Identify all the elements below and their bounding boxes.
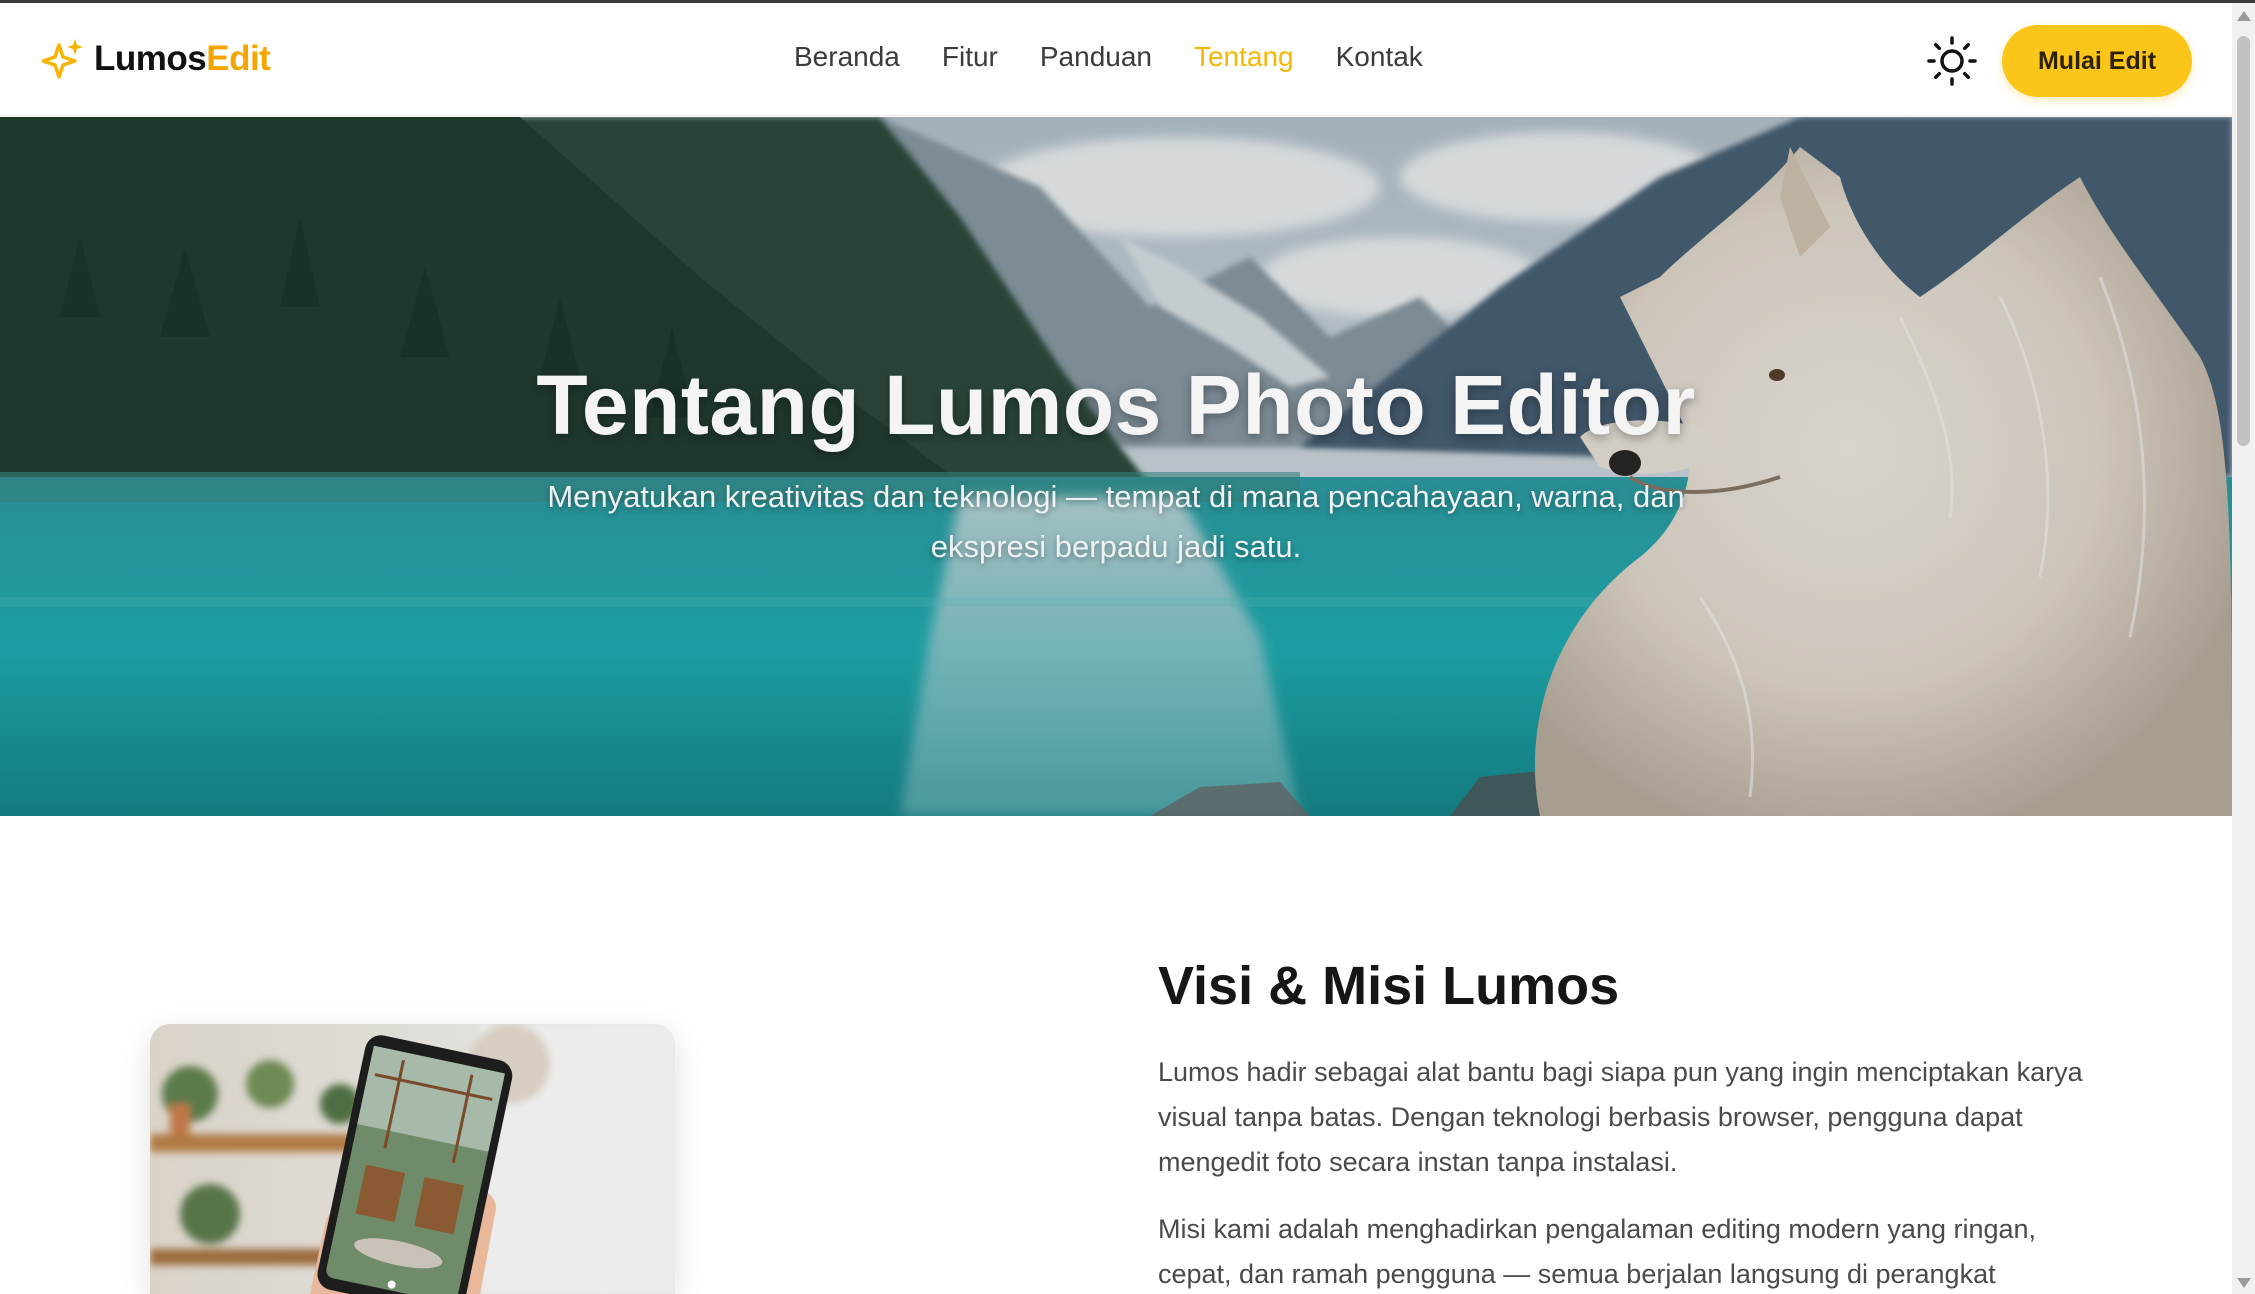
hero-title: Tentang Lumos Photo Editor	[536, 358, 1696, 452]
scroll-up-arrow-icon[interactable]	[2237, 11, 2251, 21]
brand-name-part2: Edit	[206, 39, 271, 78]
theme-toggle-button[interactable]	[1927, 36, 1977, 86]
nav-link-fitur[interactable]: Fitur	[942, 41, 998, 73]
hero-background-image	[0, 117, 2232, 816]
about-title: Visi & Misi Lumos	[1158, 956, 1620, 1016]
start-edit-button[interactable]: Mulai Edit	[2002, 25, 2192, 97]
brand-logo[interactable]: LumosEdit	[42, 37, 271, 81]
page-scrollbar[interactable]	[2232, 3, 2255, 1294]
brand-name-part1: Lumos	[94, 39, 207, 78]
about-section: Visi & Misi Lumos Lumos hadir sebagai al…	[1158, 955, 2088, 1294]
nav-link-beranda[interactable]: Beranda	[794, 41, 900, 73]
about-paragraph-1: Lumos hadir sebagai alat bantu bagi siap…	[1158, 1057, 2083, 1177]
about-image-phone-photo	[150, 1024, 675, 1294]
nav-link-tentang[interactable]: Tentang	[1194, 41, 1294, 73]
brand-name: LumosEdit	[94, 39, 271, 79]
about-paragraph-2: Misi kami adalah menghadirkan pengalaman…	[1158, 1214, 2037, 1289]
hero-banner: Tentang Lumos Photo Editor Menyatukan kr…	[0, 117, 2232, 816]
nav-link-kontak[interactable]: Kontak	[1336, 41, 1423, 73]
scrollbar-thumb[interactable]	[2237, 36, 2250, 446]
sparkle-icon	[42, 39, 83, 79]
sun-icon	[1927, 36, 1977, 86]
nav-link-panduan[interactable]: Panduan	[1040, 41, 1152, 73]
scroll-down-arrow-icon[interactable]	[2237, 1278, 2251, 1288]
main-nav: Beranda Fitur Panduan Tentang Kontak	[794, 41, 1423, 73]
navbar: LumosEdit Beranda Fitur Panduan Tentang …	[0, 3, 2232, 116]
hero-subtitle: Menyatukan kreativitas dan teknologi — t…	[547, 479, 1685, 564]
